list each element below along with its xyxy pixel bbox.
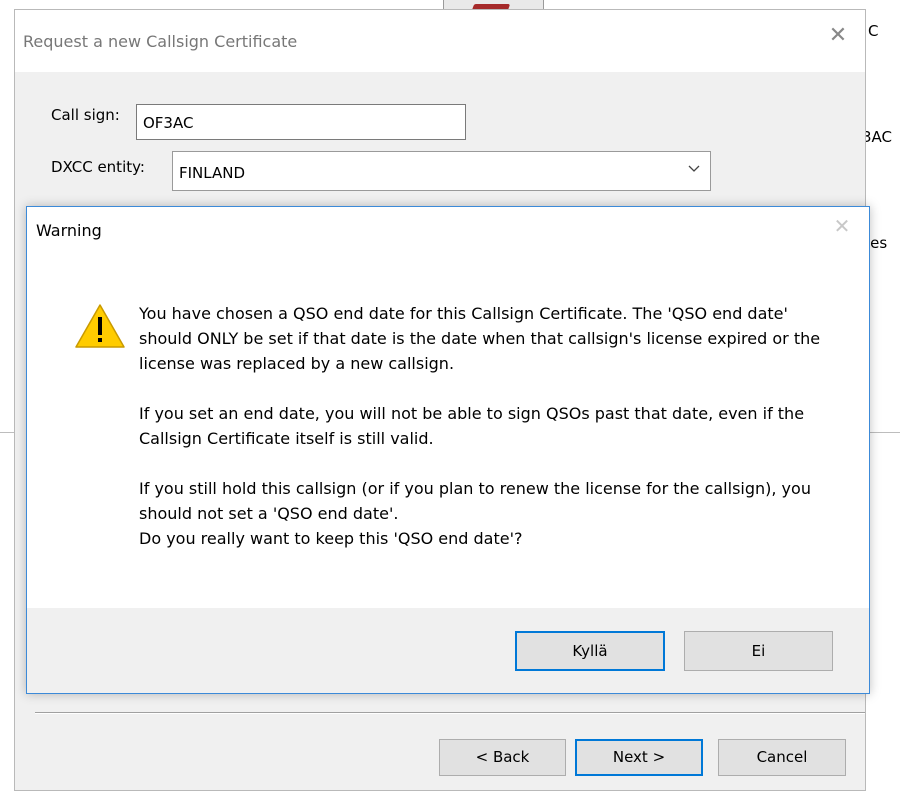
warning-paragraph: You have chosen a QSO end date for this …: [139, 304, 821, 373]
warning-body: You have chosen a QSO end date for this …: [27, 251, 869, 608]
warning-paragraph: If you still hold this callsign (or if y…: [139, 479, 811, 523]
back-button[interactable]: < Back: [439, 739, 566, 776]
separator: [35, 713, 865, 714]
warning-title: Warning: [36, 221, 102, 240]
callsign-label: Call sign:: [51, 106, 120, 124]
background-divider: [866, 432, 900, 433]
warning-dialog: Warning ✕ You have chosen a QSO end date…: [26, 206, 870, 694]
no-button[interactable]: Ei: [684, 631, 833, 671]
warning-message: You have chosen a QSO end date for this …: [139, 301, 839, 551]
dxcc-select[interactable]: FINLAND: [172, 151, 711, 191]
dxcc-label: DXCC entity:: [51, 158, 145, 176]
cancel-button[interactable]: Cancel: [718, 739, 846, 776]
next-button[interactable]: Next >: [575, 739, 703, 776]
background-text: 3AC: [862, 128, 893, 146]
close-icon[interactable]: ✕: [825, 23, 851, 49]
background-text: C: [868, 22, 879, 40]
warning-paragraph: If you set an end date, you will not be …: [139, 404, 805, 448]
warning-titlebar: Warning ✕: [27, 207, 869, 251]
close-icon[interactable]: ✕: [831, 215, 853, 237]
dxcc-selected-value: FINLAND: [179, 164, 246, 182]
background-divider: [0, 432, 14, 433]
yes-button[interactable]: Kyllä: [515, 631, 665, 671]
chevron-down-icon: [688, 161, 700, 177]
dialog-titlebar: Request a new Callsign Certificate ✕: [15, 10, 865, 72]
dialog-title: Request a new Callsign Certificate: [23, 32, 298, 51]
callsign-input[interactable]: OF3AC: [136, 104, 466, 140]
warning-question: Do you really want to keep this 'QSO end…: [139, 529, 523, 548]
warning-icon: [74, 303, 126, 349]
